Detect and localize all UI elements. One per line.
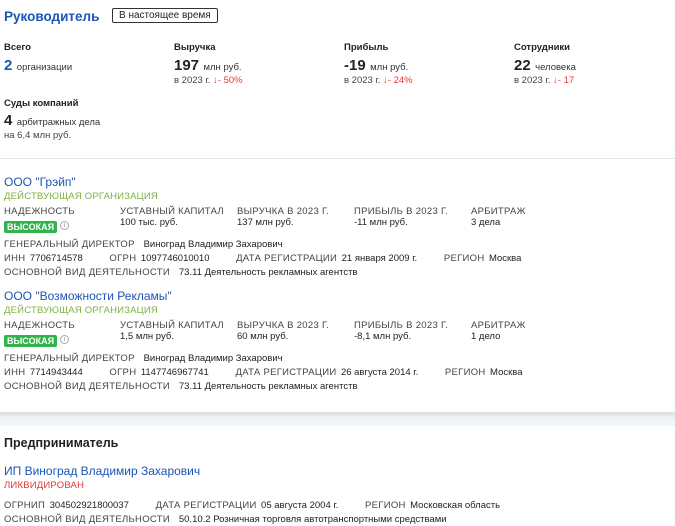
company-name-link[interactable]: ООО "Грэйп" — [4, 175, 76, 189]
arbitration-value[interactable]: 1 дело — [471, 331, 500, 342]
stat-employees-value: 22 — [514, 57, 531, 74]
manager-section-title: Руководитель — [4, 9, 100, 24]
period-button[interactable]: В настоящее время — [112, 8, 218, 23]
stat-total: 2 организации — [4, 57, 72, 75]
entrepreneur-name-link[interactable]: ИП Виноград Владимир Захарович — [4, 464, 200, 478]
reliability: ВЫСОКАЯ i — [4, 217, 70, 235]
profit-value: -8,1 млн руб. — [354, 331, 412, 342]
manager-card: Руководитель В настоящее время Всего 2 о… — [0, 0, 675, 414]
stat-revenue-unit: млн руб. — [203, 62, 242, 73]
divider — [0, 158, 675, 159]
stat-employees: 22 человека — [514, 57, 576, 75]
arbitration-value[interactable]: 3 дела — [471, 217, 500, 228]
activity-label: ОСНОВНОЙ ВИД ДЕЯТЕЛЬНОСТИ — [4, 514, 170, 525]
stat-profit: -19 млн руб. — [344, 57, 408, 75]
entrepreneur-card: Предприниматель ИП Виноград Владимир Зах… — [0, 426, 675, 526]
region-value: Москва — [488, 253, 522, 264]
profit-value: -11 млн руб. — [354, 217, 408, 228]
company-status: ДЕЙСТВУЮЩАЯ ОРГАНИЗАЦИЯ — [4, 191, 158, 202]
activity-row: ОСНОВНОЙ ВИД ДЕЯТЕЛЬНОСТИ 73.11 Деятельн… — [4, 262, 357, 280]
revenue-value: 137 млн руб. — [237, 217, 294, 228]
stat-revenue-change: в 2023 г. ↓- 50% — [174, 75, 243, 86]
activity-value: 50.10.2 Розничная торговля автотранспорт… — [178, 514, 447, 525]
info-icon[interactable]: i — [60, 221, 70, 231]
stat-courts-label: Суды компаний — [4, 98, 79, 109]
activity-label: ОСНОВНОЙ ВИД ДЕЯТЕЛЬНОСТИ — [4, 267, 170, 278]
arbitration-label: АРБИТРАЖ — [471, 206, 526, 217]
entrepreneur-status: ЛИКВИДИРОВАН — [4, 480, 85, 491]
company-status: ДЕЙСТВУЮЩАЯ ОРГАНИЗАЦИЯ — [4, 305, 158, 316]
stat-revenue-delta: - 50% — [217, 75, 243, 86]
capital-label: УСТАВНЫЙ КАПИТАЛ — [120, 206, 224, 217]
stat-profit-delta: - 24% — [387, 75, 413, 86]
reliability: ВЫСОКАЯ i — [4, 331, 70, 349]
activity-row: ОСНОВНОЙ ВИД ДЕЯТЕЛЬНОСТИ 50.10.2 Рознич… — [4, 509, 447, 526]
stat-courts-value: 4 — [4, 112, 13, 129]
stat-revenue-value: 197 — [174, 57, 200, 74]
stat-employees-label: Сотрудники — [514, 42, 571, 53]
stat-total-label: Всего — [4, 42, 32, 53]
stat-profit-change: в 2023 г. ↓- 24% — [344, 75, 413, 86]
activity-row: ОСНОВНОЙ ВИД ДЕЯТЕЛЬНОСТИ 73.11 Деятельн… — [4, 376, 357, 394]
capital-value: 100 тыс. руб. — [120, 217, 178, 228]
stat-profit-label: Прибыль — [344, 42, 389, 53]
region-label: РЕГИОН — [443, 253, 485, 264]
stat-revenue-year: в 2023 г. — [174, 75, 211, 86]
stat-total-value[interactable]: 2 — [4, 57, 12, 74]
reliability-label: НАДЕЖНОСТЬ — [4, 320, 75, 331]
revenue-label: ВЫРУЧКА В 2023 Г. — [237, 206, 330, 217]
region-label: РЕГИОН — [444, 367, 486, 378]
activity-label: ОСНОВНОЙ ВИД ДЕЯТЕЛЬНОСТИ — [4, 381, 170, 392]
arbitration-label: АРБИТРАЖ — [471, 320, 526, 331]
company-name-link[interactable]: ООО "Возможности Рекламы" — [4, 289, 172, 303]
reliability-badge: ВЫСОКАЯ — [4, 335, 58, 347]
stat-profit-year: в 2023 г. — [344, 75, 381, 86]
stat-revenue-label: Выручка — [174, 42, 216, 53]
stat-employees-delta: - 17 — [557, 75, 575, 86]
capital-value: 1,5 млн руб. — [120, 331, 174, 342]
stat-revenue: 197 млн руб. — [174, 57, 242, 75]
region-value: Москва — [490, 367, 523, 378]
stat-courts: 4 арбитражных дела — [4, 112, 100, 130]
stat-courts-unit: арбитражных дела — [16, 117, 101, 128]
stat-employees-year: в 2023 г. — [514, 75, 551, 86]
reliability-badge: ВЫСОКАЯ — [4, 221, 58, 233]
reliability-label: НАДЕЖНОСТЬ — [4, 206, 75, 217]
activity-value: 73.11 Деятельность рекламных агентств — [178, 267, 358, 278]
stat-profit-unit: млн руб. — [370, 62, 409, 73]
revenue-value: 60 млн руб. — [237, 331, 289, 342]
profit-label: ПРИБЫЛЬ В 2023 Г. — [354, 320, 449, 331]
stat-employees-change: в 2023 г. ↓- 17 — [514, 75, 574, 86]
capital-label: УСТАВНЫЙ КАПИТАЛ — [120, 320, 224, 331]
stat-employees-unit: человека — [535, 62, 576, 73]
profit-label: ПРИБЫЛЬ В 2023 Г. — [354, 206, 449, 217]
info-icon[interactable]: i — [60, 335, 70, 345]
activity-value: 73.11 Деятельность рекламных агентств — [178, 381, 358, 392]
revenue-label: ВЫРУЧКА В 2023 Г. — [237, 320, 330, 331]
stat-courts-sum: на 6,4 млн руб. — [4, 130, 72, 141]
entrepreneur-section-title: Предприниматель — [4, 436, 119, 450]
stat-profit-value: -19 — [344, 57, 366, 74]
stat-total-unit: организации — [16, 62, 73, 73]
section-separator — [0, 412, 675, 426]
